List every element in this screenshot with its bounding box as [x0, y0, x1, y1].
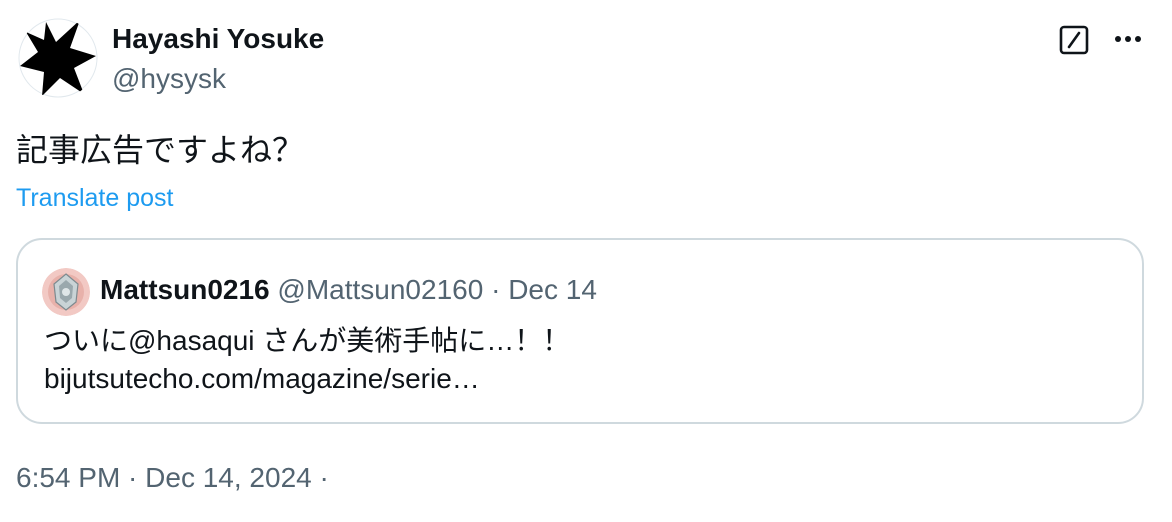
grok-button[interactable]: [1058, 24, 1090, 56]
quote-text: ついに@hasaqui さんが美術手帖に…！！ bijutsutecho.com…: [44, 322, 570, 398]
quote-header: Mattsun0216 @Mattsun02160 · Dec 14: [100, 272, 597, 308]
author-avatar[interactable]: [18, 18, 98, 98]
quote-text-line: ついに@hasaqui さんが美術手帖に…！！: [44, 325, 571, 356]
quote-author-avatar[interactable]: [42, 268, 90, 316]
quoted-post-card[interactable]: Mattsun0216 @Mattsun02160 · Dec 14 ついに@h…: [16, 238, 1144, 424]
author-name[interactable]: Hayashi Yosuke: [112, 22, 324, 56]
grok-slash-box-icon: [1059, 25, 1089, 55]
quote-link-text[interactable]: bijutsutecho.com/magazine/serie…: [44, 360, 570, 398]
black-star-avatar-icon: [18, 18, 98, 98]
post-text: 記事広告ですよね？: [16, 132, 305, 168]
more-options-button[interactable]: [1108, 22, 1148, 56]
quote-author-handle[interactable]: @Mattsun02160: [277, 274, 483, 305]
quote-date[interactable]: Dec 14: [508, 274, 597, 305]
more-horizontal-icon: [1115, 36, 1141, 42]
quote-author-name[interactable]: Mattsun0216: [100, 274, 270, 305]
jeweled-circle-avatar-icon: [42, 268, 90, 316]
translate-post-link[interactable]: Translate post: [16, 182, 173, 214]
quote-separator: ·: [491, 274, 501, 305]
author-handle[interactable]: @hysysk: [112, 62, 226, 96]
post-timestamp[interactable]: 6:54 PM · Dec 14, 2024 ·: [16, 460, 329, 496]
